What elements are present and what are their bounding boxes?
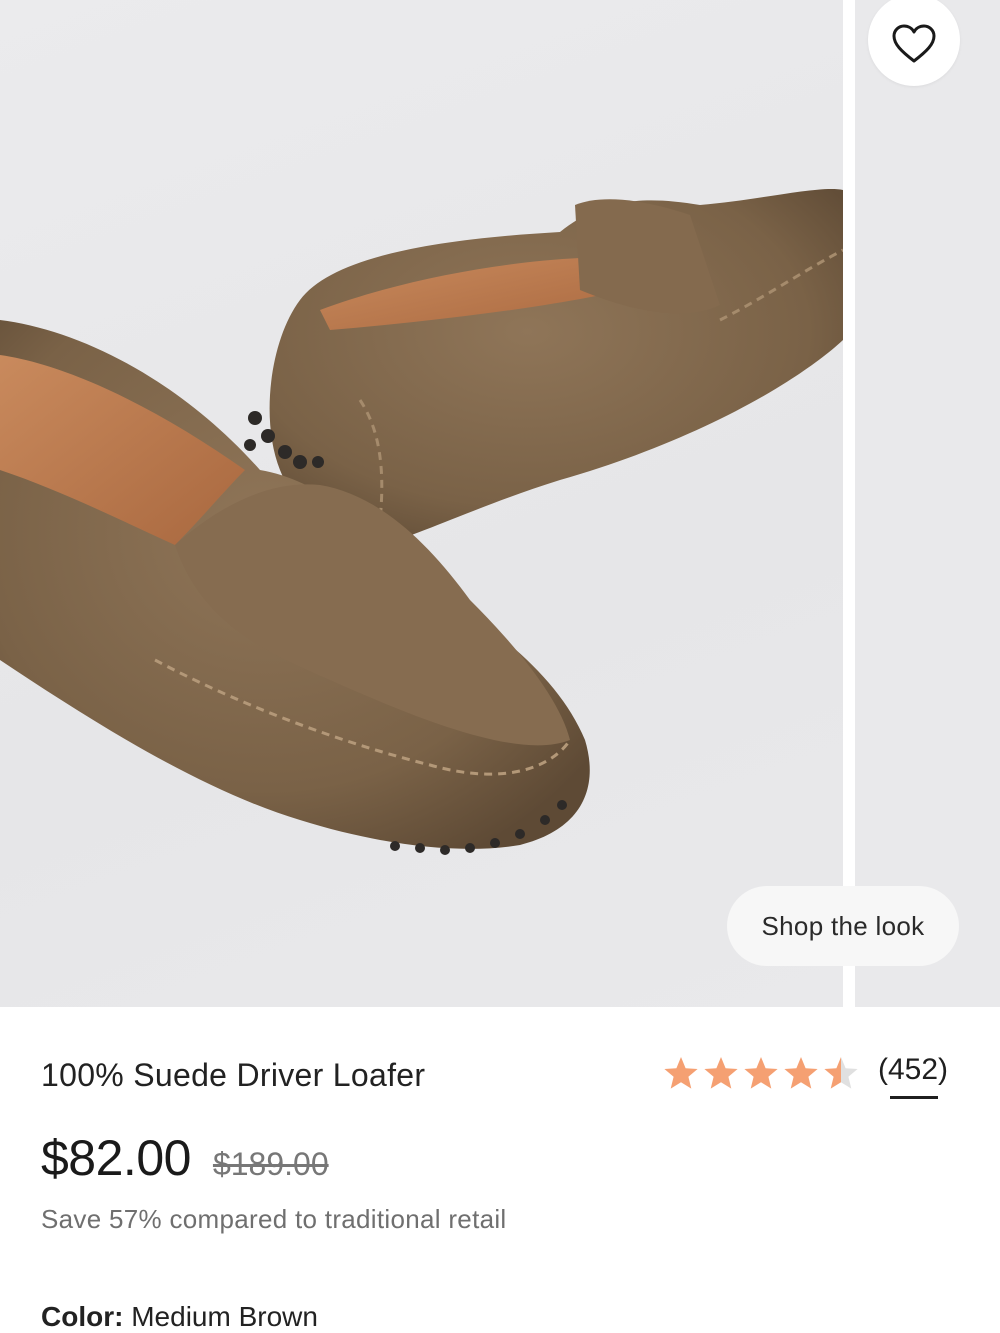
gallery-divider [843,0,855,1007]
color-value: Medium Brown [131,1301,318,1332]
product-info: 100% Suede Driver Loafer (452) $82.00 $1… [0,1007,1000,1333]
product-title: 100% Suede Driver Loafer [41,1057,426,1093]
price-row: $82.00 $189.00 [41,1129,329,1187]
next-product-image[interactable] [855,0,1000,1007]
heart-outline-icon [892,24,936,63]
sale-price: $82.00 [41,1130,191,1186]
original-price: $189.00 [212,1146,329,1182]
star-icon [704,1057,738,1089]
product-image[interactable] [0,0,843,1007]
star-icon [664,1057,698,1089]
product-rating[interactable]: (452) [662,1053,948,1099]
star-icon [744,1057,778,1089]
shop-the-look-label: Shop the look [761,910,925,941]
savings-text: Save 57% compared to traditional retail [41,1204,507,1234]
product-image-gallery[interactable]: Shop the look [0,0,1000,1007]
color-label: Color: [41,1301,124,1332]
star-icon [824,1057,858,1089]
rating-stars [662,1055,860,1091]
loafer-illustration [0,188,843,855]
color-selection-label: Color: Medium Brown [41,1301,318,1333]
review-count-link[interactable]: (452) [878,1053,948,1099]
star-icon [784,1057,818,1089]
shop-the-look-button[interactable]: Shop the look [727,886,959,966]
